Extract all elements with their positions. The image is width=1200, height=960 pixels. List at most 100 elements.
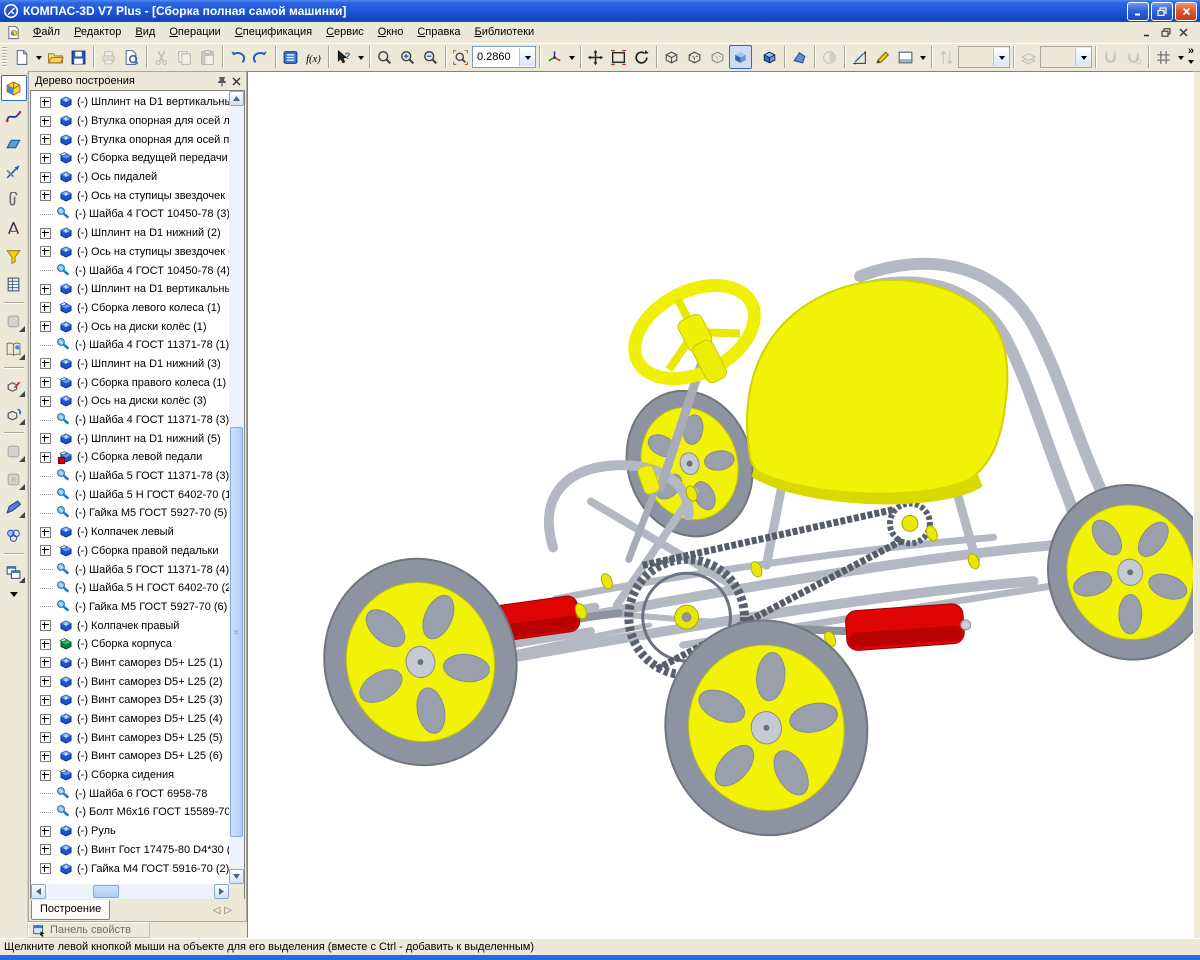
- tree-node[interactable]: (-) Ось пидалей: [31, 168, 229, 187]
- pin-icon[interactable]: [214, 74, 229, 88]
- tree-node[interactable]: (-) Шплинт на D1 нижний (3): [31, 355, 229, 374]
- tree-node[interactable]: (-) Шайба 5 ГОСТ 11371-78 (3): [31, 467, 229, 486]
- library-button[interactable]: [1, 336, 27, 362]
- expand-plus-icon[interactable]: [40, 153, 51, 164]
- layers-button[interactable]: [1017, 45, 1040, 69]
- tree-node[interactable]: (-) Колпачек правый: [31, 616, 229, 635]
- dropdown-caret-icon[interactable]: [1175, 45, 1186, 69]
- tree-node[interactable]: (-) Винт саморез D5+ L25 (3): [31, 691, 229, 710]
- minimize-button[interactable]: [1127, 2, 1149, 21]
- model-pedal-right[interactable]: [845, 603, 972, 651]
- expand-plus-icon[interactable]: [40, 620, 51, 631]
- expand-plus-icon[interactable]: [40, 844, 51, 855]
- edit-3d-button[interactable]: [1, 75, 27, 101]
- fit-all-button[interactable]: [607, 45, 630, 69]
- tree-node[interactable]: (-) Винт саморез D5+ L25 (6): [31, 747, 229, 766]
- tree-node[interactable]: (-) Шплинт на D1 нижний (5): [31, 429, 229, 448]
- expand-plus-icon[interactable]: [40, 714, 51, 725]
- zoom-auto-button[interactable]: [449, 45, 472, 69]
- sketch-button[interactable]: [871, 45, 894, 69]
- dropdown-caret-icon[interactable]: [917, 45, 928, 69]
- rotate-view-button[interactable]: [630, 45, 653, 69]
- menu-item-service[interactable]: Сервис: [319, 23, 371, 42]
- scroll-down-icon[interactable]: [229, 869, 244, 884]
- assembly-3d-model[interactable]: [248, 72, 1193, 937]
- tree-node[interactable]: (-) Шайба 5 ГОСТ 11371-78 (4): [31, 560, 229, 579]
- surfaces-button[interactable]: [1, 131, 27, 157]
- expand-plus-icon[interactable]: [40, 863, 51, 874]
- tab-prev-icon[interactable]: ◁: [213, 905, 221, 916]
- attachments-button[interactable]: [1, 187, 27, 213]
- close-button[interactable]: [1175, 2, 1197, 21]
- menu-item-view[interactable]: Вид: [128, 23, 162, 42]
- tree-node[interactable]: (-) Шплинт на D1 вертикальный: [31, 93, 229, 112]
- child-minimize-button[interactable]: [1139, 26, 1156, 40]
- expand-plus-icon[interactable]: [40, 770, 51, 781]
- tree-node[interactable]: (-) Сборка левой педали: [31, 448, 229, 467]
- menu-item-file[interactable]: Файл: [26, 23, 67, 42]
- tab-next-icon[interactable]: ▷: [224, 905, 232, 916]
- tree-node[interactable]: (-) Шайба 4 ГОСТ 11371-78 (3): [31, 411, 229, 430]
- spatial-curves-button[interactable]: [1, 103, 27, 129]
- new-document-button[interactable]: [10, 45, 33, 69]
- wireframe-button[interactable]: [660, 45, 683, 69]
- dropdown-caret-icon[interactable]: [33, 45, 44, 69]
- tree-node[interactable]: (-) Шайба 5 Н ГОСТ 6402-70 (2): [31, 579, 229, 598]
- tree-node[interactable]: (-) Втулка опорная для осей пра: [31, 130, 229, 149]
- expand-plus-icon[interactable]: [40, 545, 51, 556]
- move-step-button[interactable]: [935, 45, 958, 69]
- tree-node[interactable]: (-) Шайба 5 Н ГОСТ 6402-70 (1): [31, 485, 229, 504]
- tree-node[interactable]: (-) Гайка М4 ГОСТ 5916-70 (2): [31, 859, 229, 878]
- toolbar-grip[interactable]: [2, 47, 7, 67]
- tree-node[interactable]: (-) Винт саморез D5+ L25 (4): [31, 710, 229, 729]
- rotate-component-button[interactable]: [1, 401, 27, 427]
- page-setup-button[interactable]: [894, 45, 917, 69]
- child-close-button[interactable]: [1175, 26, 1192, 40]
- filters-button[interactable]: [1, 243, 27, 269]
- specification-tool-button[interactable]: [1, 308, 27, 334]
- scroll-up-icon[interactable]: [229, 91, 244, 106]
- placement-a-button[interactable]: [1, 438, 27, 464]
- menu-item-help[interactable]: Справка: [410, 23, 467, 42]
- hidden-lines-button[interactable]: [683, 45, 706, 69]
- tree-node[interactable]: (-) Гайка М5 ГОСТ 5927-70 (5): [31, 504, 229, 523]
- tree-node[interactable]: (-) Ось на диски колёс (3): [31, 392, 229, 411]
- step-value-combo[interactable]: [958, 46, 1010, 68]
- zoom-out-button[interactable]: [419, 45, 442, 69]
- tree-node[interactable]: (-) Шайба 4 ГОСТ 10450-78 (4): [31, 261, 229, 280]
- tree-node[interactable]: (-) Ось на ступицы звездочек б: [31, 243, 229, 262]
- tree-node[interactable]: (-) Руль: [31, 822, 229, 841]
- expand-plus-icon[interactable]: [40, 695, 51, 706]
- expand-plus-icon[interactable]: [40, 97, 51, 108]
- move-component-button[interactable]: [1, 373, 27, 399]
- expand-plus-icon[interactable]: [40, 826, 51, 837]
- current-scale-combo[interactable]: 0.2860: [472, 46, 536, 68]
- tree-node[interactable]: (-) Сборка правой педальки: [31, 542, 229, 561]
- zoom-in-button[interactable]: [396, 45, 419, 69]
- vertical-scroll-thumb[interactable]: ≡: [230, 427, 243, 837]
- expand-plus-icon[interactable]: [40, 452, 51, 463]
- tab-construction[interactable]: Построение: [31, 900, 110, 920]
- tree-node[interactable]: (-) Шайба 4 ГОСТ 10450-78 (3): [31, 205, 229, 224]
- open-document-button[interactable]: [44, 45, 67, 69]
- shaded-button[interactable]: [729, 45, 752, 69]
- dimensions-button[interactable]: [848, 45, 871, 69]
- tree-node[interactable]: (-) Сборка левого колеса (1): [31, 299, 229, 318]
- combo-dropdown-icon[interactable]: [1075, 48, 1091, 66]
- panel-more-icon[interactable]: [10, 592, 18, 601]
- copy-button[interactable]: [173, 45, 196, 69]
- grid-button[interactable]: [1152, 45, 1175, 69]
- expand-plus-icon[interactable]: [40, 396, 51, 407]
- redo-button[interactable]: [249, 45, 272, 69]
- tree-node[interactable]: (-) Шплинт на D1 нижний (2): [31, 224, 229, 243]
- snap-b-button[interactable]: [1122, 45, 1145, 69]
- expand-plus-icon[interactable]: [40, 751, 51, 762]
- tree-node[interactable]: (-) Втулка опорная для осей лев: [31, 112, 229, 131]
- combo-dropdown-icon[interactable]: [519, 48, 535, 66]
- child-restore-button[interactable]: [1157, 26, 1174, 40]
- layer-value-combo[interactable]: [1040, 46, 1092, 68]
- expand-plus-icon[interactable]: [40, 228, 51, 239]
- expand-plus-icon[interactable]: [40, 284, 51, 295]
- scroll-left-icon[interactable]: [31, 884, 46, 899]
- model-wheel-front-left[interactable]: [303, 538, 539, 785]
